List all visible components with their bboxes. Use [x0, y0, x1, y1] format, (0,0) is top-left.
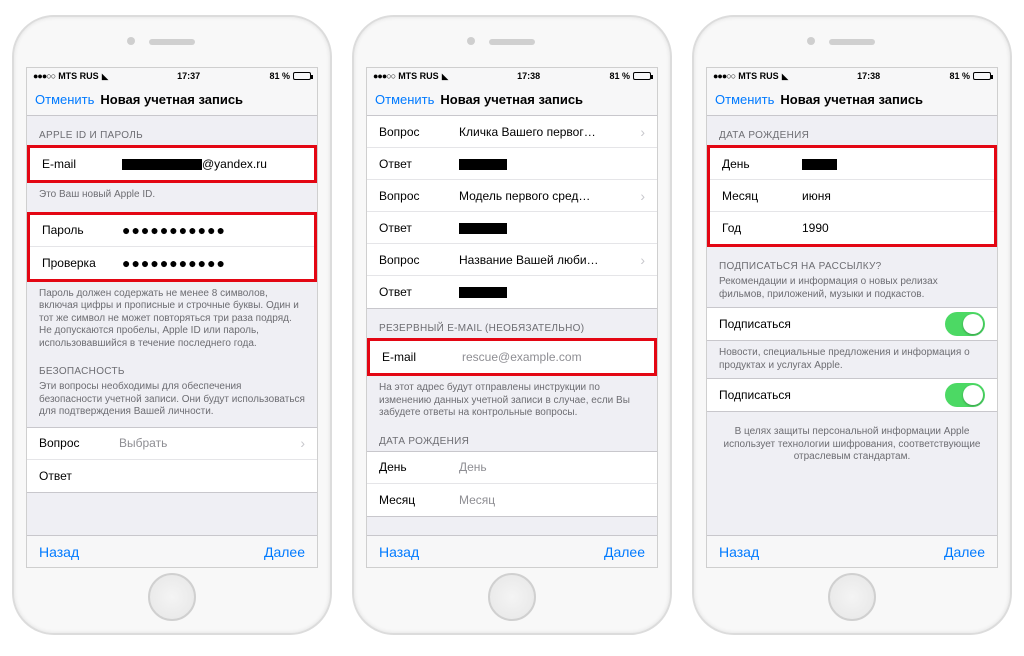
next-button[interactable]: Далее — [604, 544, 645, 560]
answer-3-field[interactable]: Ответ — [367, 276, 657, 308]
toggle-on-icon[interactable] — [945, 383, 985, 407]
nav-title: Новая учетная запись — [440, 92, 583, 107]
section-dob: ДАТА РОЖДЕНИЯ — [367, 422, 657, 451]
clock: 17:38 — [857, 71, 880, 81]
dob-month-field[interactable]: Месяц Месяц — [367, 484, 657, 516]
question-3-field[interactable]: Вопрос Название Вашей люби… › — [367, 244, 657, 276]
email-field[interactable]: E-mail @yandex.ru — [30, 148, 314, 180]
chevron-right-icon: › — [640, 188, 645, 204]
security-question-field[interactable]: Вопрос Выбрать › — [27, 428, 317, 460]
phone-2: ●●●○○MTS RUS 17:38 81 % Отменить Новая у… — [352, 15, 672, 635]
rescue-email-field[interactable]: E-mail rescue@example.com — [370, 341, 654, 373]
chevron-right-icon: › — [300, 435, 305, 451]
status-bar: ●●●○○MTS RUS 17:38 81 % — [707, 68, 997, 84]
section-security: БЕЗОПАСНОСТЬ — [27, 352, 317, 381]
password-field[interactable]: Пароль ●●●●●●●●●●● — [30, 215, 314, 247]
nav-bar: Отменить Новая учетная запись — [367, 84, 657, 116]
battery-icon — [293, 72, 311, 80]
nav-title: Новая учетная запись — [780, 92, 923, 107]
cancel-button[interactable]: Отменить — [35, 92, 94, 107]
back-button[interactable]: Назад — [719, 544, 759, 560]
home-button[interactable] — [488, 573, 536, 621]
section-rescue-email: РЕЗЕРВНЫЙ E-MAIL (НЕОБЯЗАТЕЛЬНО) — [367, 309, 657, 338]
dob-day-field[interactable]: День — [710, 148, 994, 180]
section-apple-id: APPLE ID И ПАРОЛЬ — [27, 116, 317, 145]
toggle-on-icon[interactable] — [945, 312, 985, 336]
answer-1-field[interactable]: Ответ — [367, 148, 657, 180]
dob-day-field[interactable]: День День — [367, 452, 657, 484]
nav-bar: Отменить Новая учетная запись — [27, 84, 317, 116]
wifi-icon — [102, 71, 108, 81]
question-1-field[interactable]: Вопрос Кличка Вашего первог… › — [367, 116, 657, 148]
next-button[interactable]: Далее — [944, 544, 985, 560]
next-button[interactable]: Далее — [264, 544, 305, 560]
privacy-note: В целях защиты персональной информации A… — [707, 412, 997, 466]
wifi-icon — [442, 71, 448, 81]
answer-2-field[interactable]: Ответ — [367, 212, 657, 244]
phone-3: ●●●○○MTS RUS 17:38 81 % Отменить Новая у… — [692, 15, 1012, 635]
back-button[interactable]: Назад — [379, 544, 419, 560]
section-subscribe: ПОДПИСАТЬСЯ НА РАССЫЛКУ? — [707, 247, 997, 276]
phone-1: ●●●○○MTS RUS 17:37 81 % Отменить Новая у… — [12, 15, 332, 635]
battery-icon — [633, 72, 651, 80]
status-bar: ●●●○○MTS RUS 17:38 81 % — [367, 68, 657, 84]
home-button[interactable] — [828, 573, 876, 621]
dob-year-field[interactable]: Год 1990 — [710, 212, 994, 244]
clock: 17:38 — [517, 71, 540, 81]
cancel-button[interactable]: Отменить — [715, 92, 774, 107]
password-verify-field[interactable]: Проверка ●●●●●●●●●●● — [30, 247, 314, 279]
chevron-right-icon: › — [640, 252, 645, 268]
back-button[interactable]: Назад — [39, 544, 79, 560]
cancel-button[interactable]: Отменить — [375, 92, 434, 107]
battery-icon — [973, 72, 991, 80]
nav-bar: Отменить Новая учетная запись — [707, 84, 997, 116]
subscribe-news[interactable]: Подписаться — [707, 379, 997, 411]
home-button[interactable] — [148, 573, 196, 621]
security-answer-field[interactable]: Ответ — [27, 460, 317, 492]
nav-title: Новая учетная запись — [100, 92, 243, 107]
status-bar: ●●●○○MTS RUS 17:37 81 % — [27, 68, 317, 84]
wifi-icon — [782, 71, 788, 81]
clock: 17:37 — [177, 71, 200, 81]
chevron-right-icon: › — [640, 124, 645, 140]
dob-month-field[interactable]: Месяц июня — [710, 180, 994, 212]
subscribe-recommendations[interactable]: Подписаться — [707, 308, 997, 340]
question-2-field[interactable]: Вопрос Модель первого сред… › — [367, 180, 657, 212]
section-dob: ДАТА РОЖДЕНИЯ — [707, 116, 997, 145]
